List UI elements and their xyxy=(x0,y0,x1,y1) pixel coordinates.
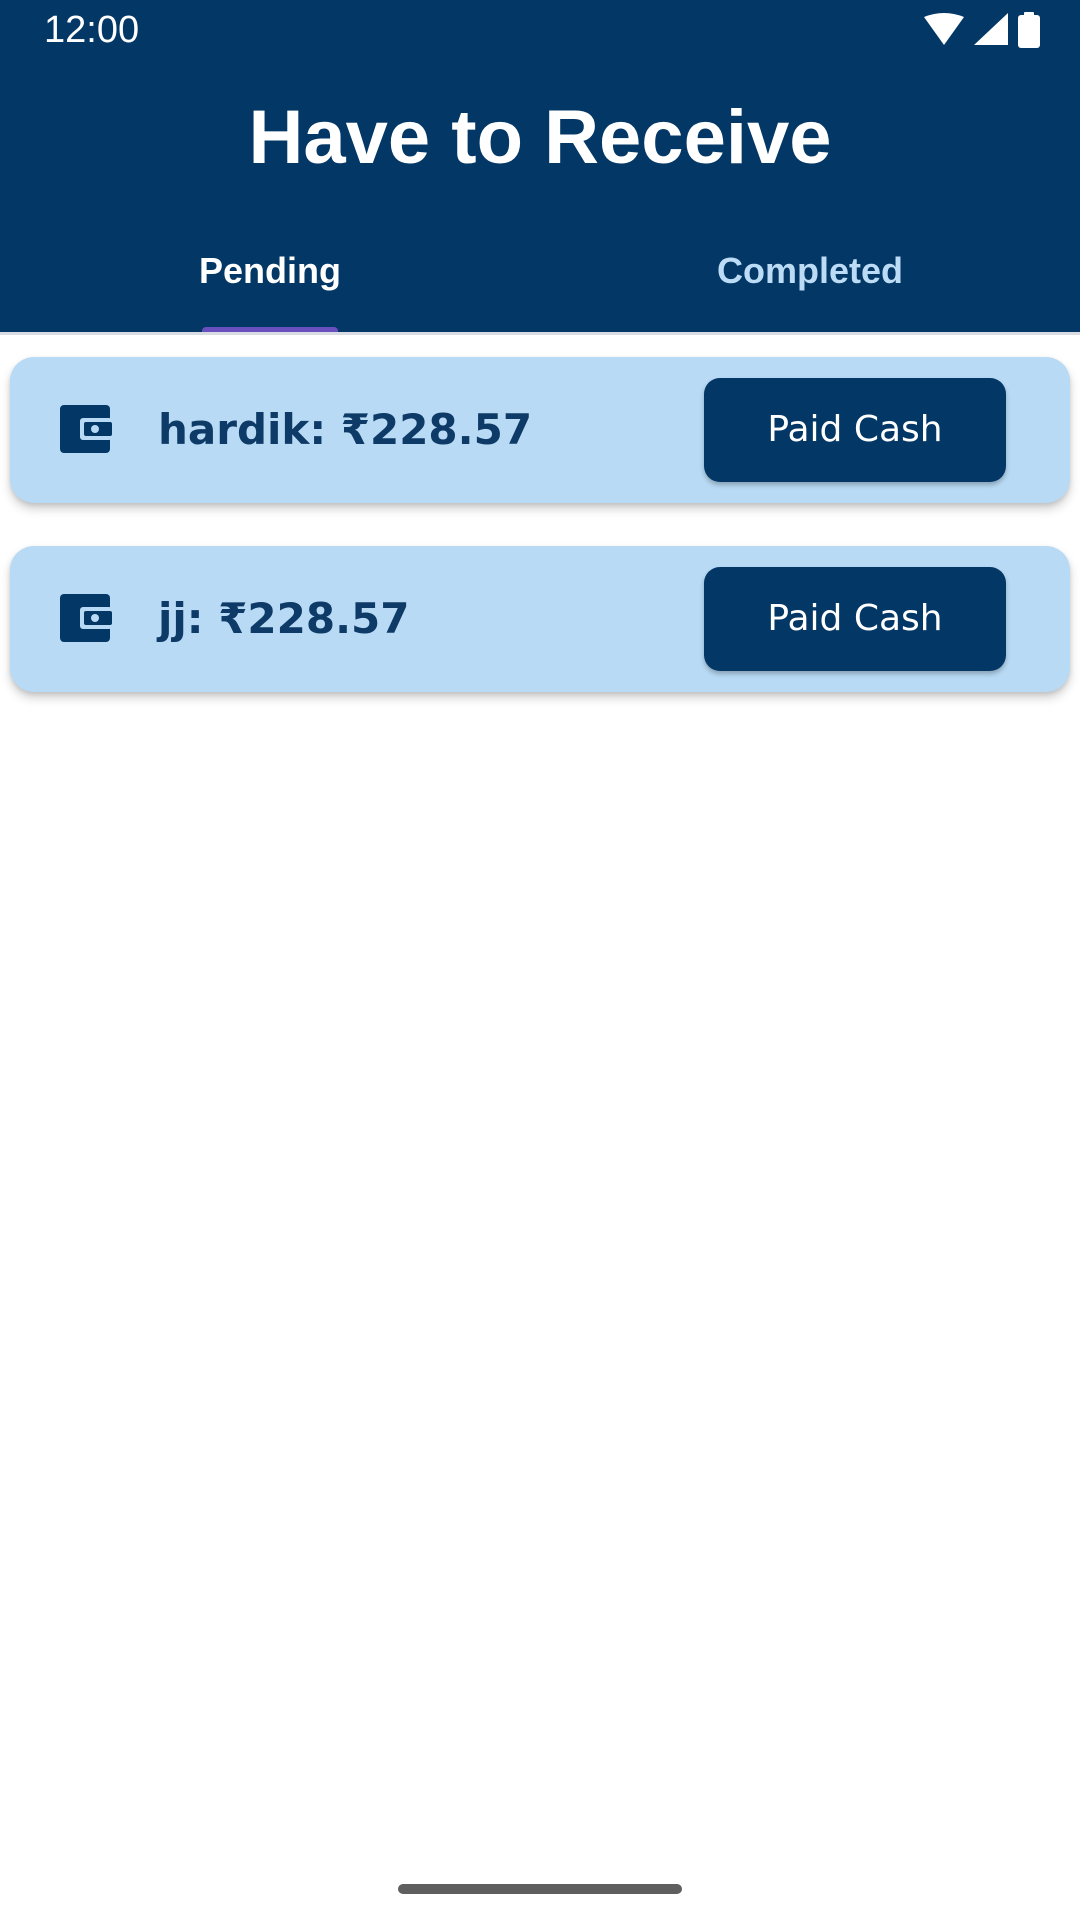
cellular-signal-icon xyxy=(974,12,1008,52)
receivable-text: hardik: ₹228.57 xyxy=(158,405,533,454)
paid-cash-button[interactable]: Paid Cash xyxy=(704,378,1006,482)
header-divider xyxy=(0,332,1080,335)
tab-completed[interactable]: Completed xyxy=(540,236,1080,332)
receivable-card: hardik: ₹228.57 Paid Cash xyxy=(10,357,1070,503)
wifi-icon xyxy=(924,12,964,52)
wallet-icon xyxy=(60,405,112,453)
status-time: 12:00 xyxy=(44,9,140,51)
receivable-card: jj: ₹228.57 Paid Cash xyxy=(10,546,1070,692)
status-bar: 12:00 xyxy=(0,0,1080,64)
status-icons xyxy=(924,11,1040,53)
paid-cash-button[interactable]: Paid Cash xyxy=(704,567,1006,671)
tab-pending[interactable]: Pending xyxy=(0,236,540,332)
home-indicator[interactable] xyxy=(398,1884,682,1894)
app-screen: 12:00 Have to Receive Pending Completed … xyxy=(0,0,1080,1920)
app-header: 12:00 Have to Receive Pending Completed xyxy=(0,0,1080,332)
page-title: Have to Receive xyxy=(248,95,832,180)
receivable-text: jj: ₹228.57 xyxy=(158,594,410,643)
receivables-list: hardik: ₹228.57 Paid Cash jj: ₹228.57 Pa… xyxy=(10,357,1070,735)
wallet-icon xyxy=(60,594,112,642)
battery-icon xyxy=(1018,11,1040,53)
tab-bar: Pending Completed xyxy=(0,236,1080,332)
